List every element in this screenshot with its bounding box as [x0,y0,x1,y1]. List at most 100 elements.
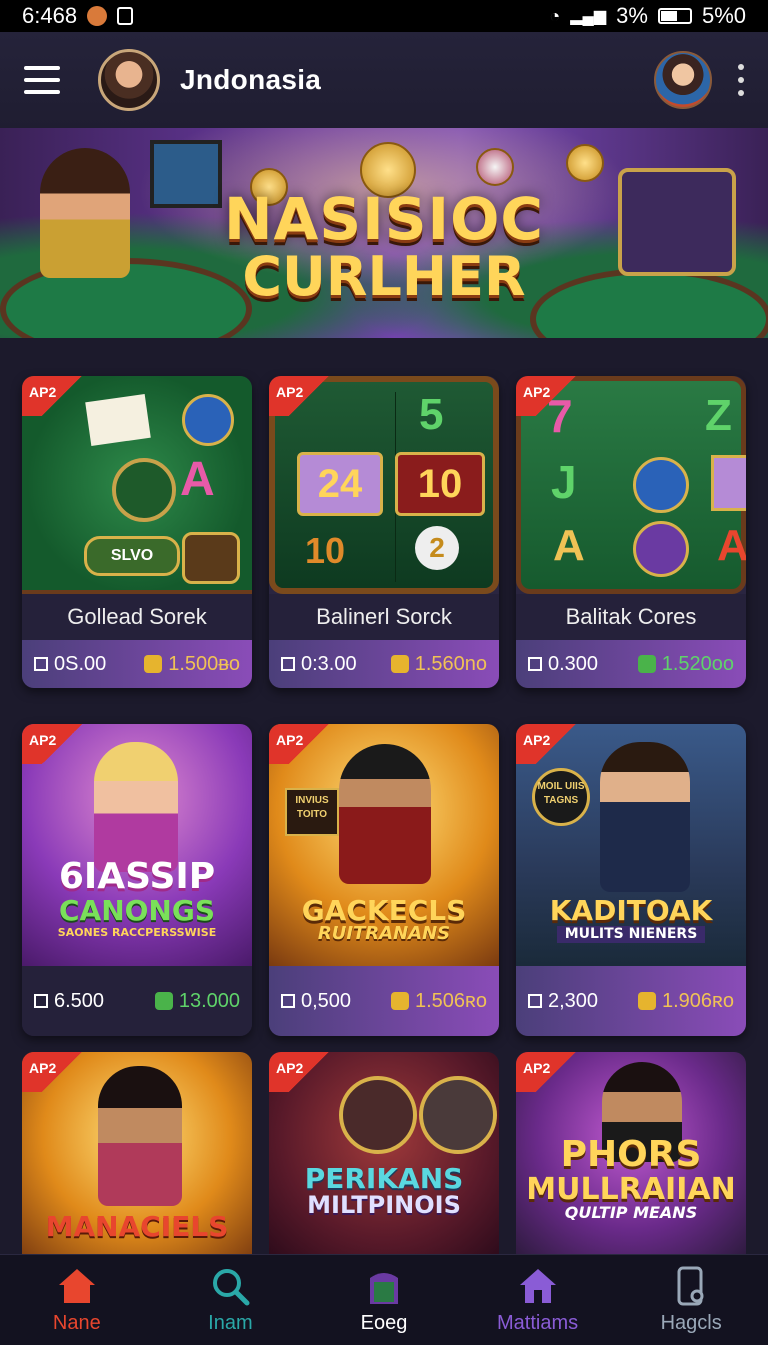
game-title: Gollead Sorek [22,594,252,640]
art-subtitle: RUITRANANS [317,923,451,945]
art-caption: SAONES RACCPERSSWISE [57,926,217,940]
status-time: 6:468 [22,3,78,28]
stat-value: 0:3.00 [301,652,357,675]
game-card[interactable]: INVIUS TOITO GACKECLS RUITRANANS AP2 0,5… [269,724,499,1036]
bag-icon [369,1272,398,1304]
game-grid-row-partial: AP2 MANACIELS AP2 PERIKANS MILTPINOIS AP… [22,1052,746,1262]
wifi-icon: ◔ [549,5,561,26]
stat-prize: 1.520oo [661,652,734,675]
art-title: MANACIELS [45,1210,229,1243]
game-grid: SLVO A AP2 Gollead Sorek 0S.00 1.500ᴃo 5… [22,376,746,1036]
art-subtitle: MULLRAIIAN [526,1171,736,1207]
game-card[interactable]: MOIL UIIS TAGNS KADITOAK MULITS NIENERS … [516,724,746,1036]
card-badge: AP2 [516,724,576,764]
game-thumbnail [339,1076,417,1154]
house-purple-icon [519,1268,556,1303]
art-caption: QULTIP MEANS [564,1203,698,1223]
stat-prize: 1.506ʀo [414,989,487,1012]
bet-icon [528,657,542,671]
page-title: Jndonasia [180,64,322,95]
coin-icon [566,144,604,182]
art-subtitle: MILTPINOIS [307,1191,461,1220]
game-card[interactable]: AP2 MANACIELS [22,1052,252,1262]
game-card[interactable]: AP2 PHORS MULLRAIIAN QULTIP MEANS [516,1052,746,1262]
stat-prize: 1.500ᴃo [168,652,240,675]
card-stats: 6.500 13.000 [22,966,252,1036]
art-title: PERIKANS [304,1162,464,1195]
card-badge: AP2 [22,1052,82,1092]
more-options-icon[interactable] [738,64,744,96]
card-stats: 2,300 1.906ʀo [516,966,746,1036]
game-card[interactable]: 6IASSIP CANONGS SAONES RACCPERSSWISE AP2… [22,724,252,1036]
game-card[interactable]: SLVO A AP2 Gollead Sorek 0S.00 1.500ᴃo [22,376,252,688]
coin-icon [390,992,409,1010]
portrait-icon [419,1076,497,1154]
card-stats: 0S.00 1.500ᴃo [22,640,252,688]
card-badge: AP2 [269,1052,329,1092]
nav-item-bag[interactable]: Eoeg [314,1266,454,1335]
phone-icon [677,1266,704,1305]
stat-value: 0.300 [548,652,599,675]
coin-icon [476,148,514,186]
stat-value: 0S.00 [54,652,107,675]
card-badge: AP2 [269,376,329,416]
card-stats: 0.300 1.520oo [516,640,746,688]
coin-icon [637,992,656,1010]
coin-icon [390,655,409,673]
card-badge: AP2 [22,376,82,416]
card-stats: 0,500 1.506ʀo [269,966,499,1036]
game-title: Balitak Cores [516,594,746,640]
home-icon [58,1268,95,1303]
nav-label: Inam [208,1311,253,1334]
nav-label: Mattiams [497,1311,579,1334]
nav-label: Hagcls [660,1311,722,1334]
stat-prize: 1.560no [414,652,487,675]
art-title: 6IASSIP [58,856,216,897]
bet-icon [34,994,48,1008]
nav-label: Nane [52,1311,101,1334]
art-title: GACKECLS [301,894,467,927]
art-title: PHORS [560,1134,702,1175]
art-sign: MOIL UIIS TAGNS [532,768,590,826]
art-sign: INVIUS TOITO [285,788,339,836]
nav-item-mattiams[interactable]: Mattiams [468,1266,608,1335]
game-card[interactable]: AP2 PERIKANS MILTPINOIS [269,1052,499,1262]
card-badge: AP2 [269,724,329,764]
game-card[interactable]: 5 24 10 10 2 AP2 Balinerl Sorck 0:3.00 1… [269,376,499,688]
banner-title-line1: NASISIOC [223,185,544,253]
banner-title: NASISIOC CURLHER [0,190,768,304]
nav-item-hagcls[interactable]: Hagcls [621,1266,761,1335]
stat-prize: 13.000 [178,989,240,1012]
bet-icon [281,994,295,1008]
stat-value: 2,300 [548,989,599,1012]
stat-prize: 1.906ʀo [661,989,734,1012]
card-badge: AP2 [22,724,82,764]
signal-text: 3% [616,3,648,28]
coin-icon [637,655,656,673]
nav-item-search[interactable]: Inam [160,1266,300,1335]
avatar[interactable] [98,49,160,111]
card-badge: AP2 [516,376,576,416]
nav-item-home[interactable]: Nane [7,1266,147,1335]
coin-icon [144,655,163,673]
app-header: Jndonasia [0,32,768,128]
bet-icon [528,994,542,1008]
signal-icon: ▂▄▆ [570,8,607,25]
coin-icon [154,992,173,1010]
promo-banner[interactable]: NASISIOC CURLHER [0,128,768,338]
notification-box-icon [117,7,134,25]
menu-icon[interactable] [24,66,60,94]
notification-icon [87,6,108,26]
battery-text: 5%0 [701,3,746,28]
stat-value: 6.500 [54,989,105,1012]
nav-label: Eoeg [360,1311,408,1334]
banner-title-line2: CURLHER [242,245,526,308]
bottom-nav: Nane Inam Eoeg Mattiams Hagcls [0,1254,768,1345]
search-icon [213,1268,250,1305]
game-card[interactable]: 7 Z J A A AP2 Balitak Cores 0.300 1.520o… [516,376,746,688]
profile-avatar[interactable] [654,51,712,109]
card-badge: AP2 [516,1052,576,1092]
card-stats: 0:3.00 1.560no [269,640,499,688]
bet-icon [34,657,48,671]
status-bar: 6:468 ◔ ▂▄▆ 3% 5%0 [0,0,768,32]
